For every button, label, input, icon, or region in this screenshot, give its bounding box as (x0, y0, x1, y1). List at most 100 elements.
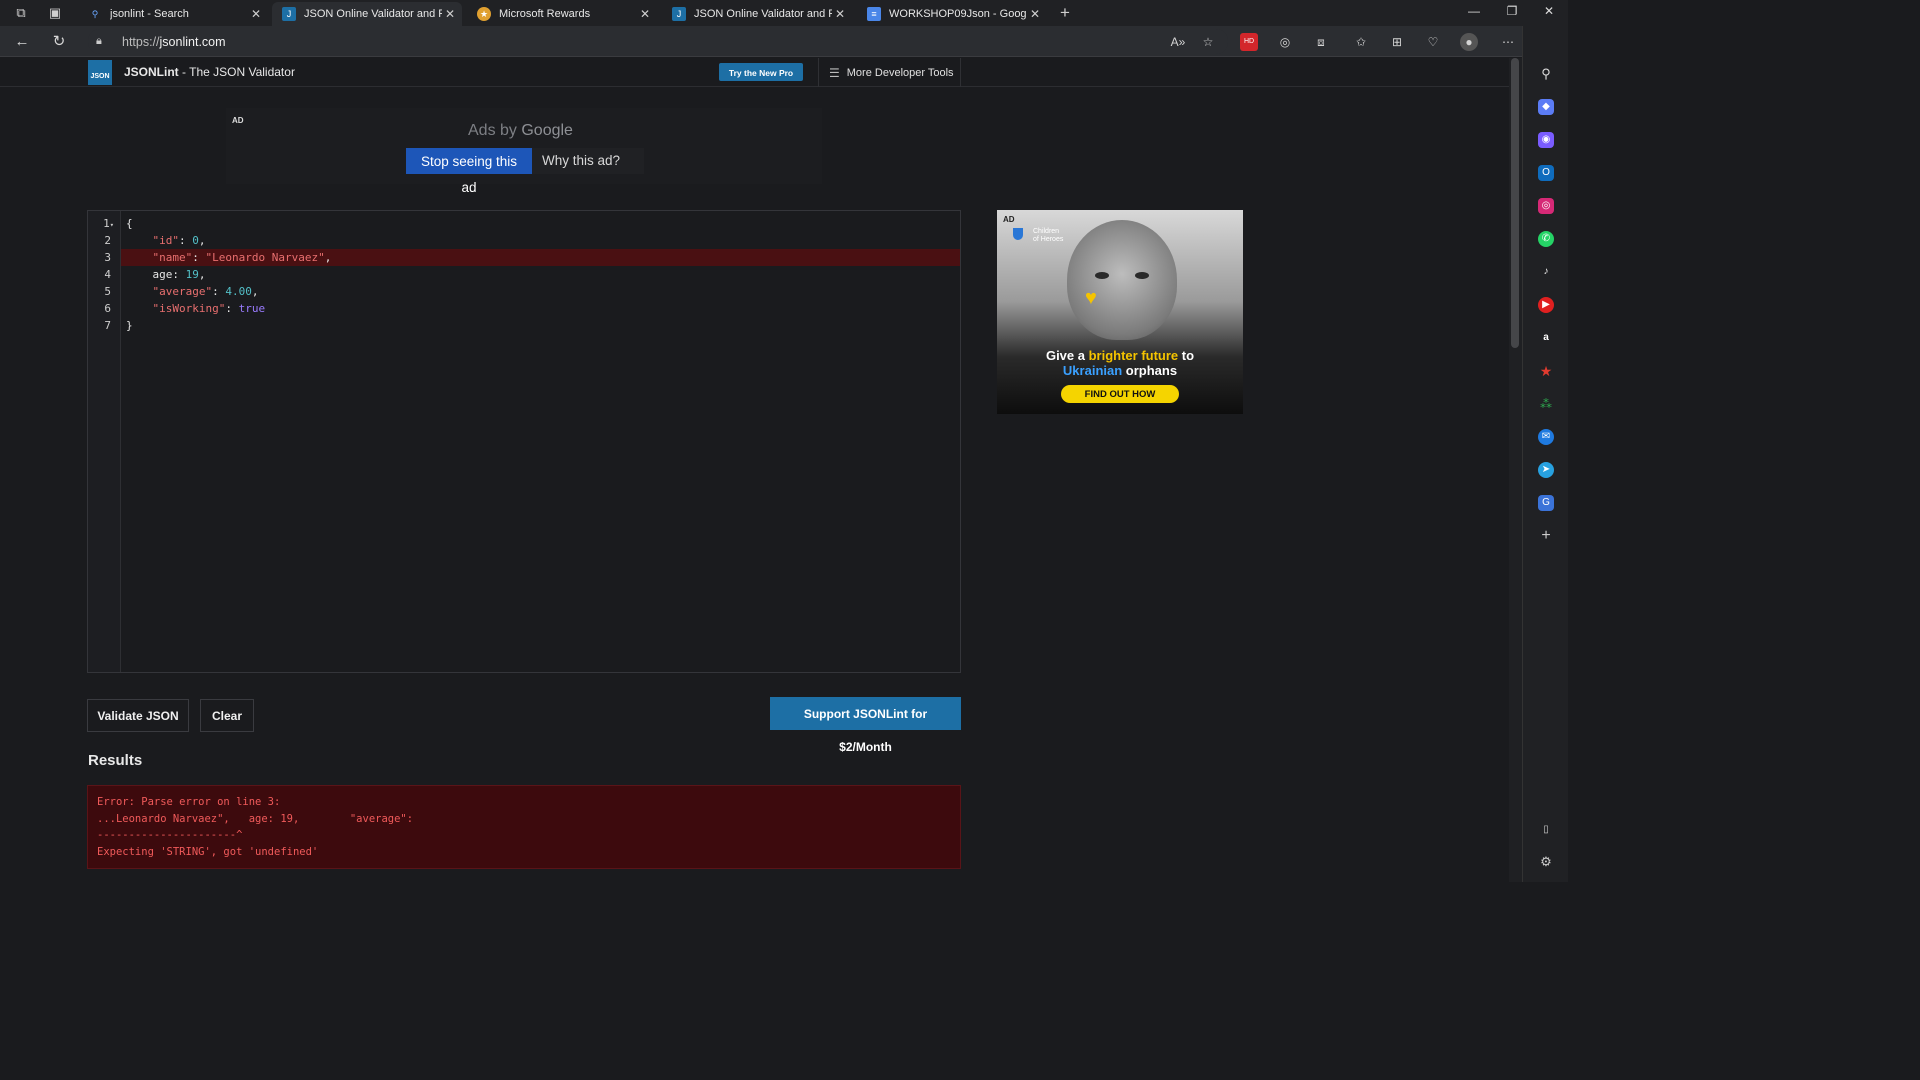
amazon-icon[interactable]: a (1538, 330, 1554, 346)
code-line[interactable]: "isWorking": true (121, 300, 960, 317)
code-line[interactable]: "id": 0, (121, 232, 960, 249)
youtube-icon[interactable]: ▶ (1538, 297, 1554, 313)
side-ad-children-of-heroes[interactable]: AD ♥ Children of Heroes Give a brighter f… (997, 210, 1243, 414)
profile-avatar-icon[interactable]: ● (1460, 33, 1478, 51)
edge-sidebar: ⚲ ◆ ◉ O ◎ ✆ ♪ ▶ a ★ ⁂ ✉ ➤ G + ▯ ⚙ (1522, 26, 1568, 882)
read-aloud-icon[interactable]: A» (1169, 33, 1187, 51)
code-line[interactable]: "average": 4.00, (121, 283, 960, 300)
copilot-app-icon[interactable]: ◉ (1538, 132, 1554, 148)
collections-icon[interactable]: ⊞ (1388, 33, 1406, 51)
ad-headline: Give a brighter future to Ukrainian orph… (1045, 348, 1195, 378)
clear-button[interactable]: Clear (200, 699, 254, 732)
result-line: ...Leonardo Narvaez", age: 19, "average"… (97, 812, 414, 825)
close-icon[interactable]: ✕ (832, 7, 848, 21)
top-ad-banner: AD Ads by Google Stop seeing this ad Why… (226, 108, 822, 195)
code-line[interactable]: "name": "Leonardo Narvaez", (121, 249, 960, 266)
close-window-icon[interactable]: ✕ (1534, 4, 1564, 22)
add-favorite-icon[interactable]: ☆ (1199, 33, 1217, 51)
result-line: ----------------------^ (97, 829, 243, 841)
results-error-box: Error: Parse error on line 3: ...Leonard… (87, 785, 961, 869)
close-icon[interactable]: ✕ (248, 7, 264, 21)
url-text: https://jsonlint.com (122, 34, 226, 49)
translate-icon[interactable]: G (1538, 495, 1554, 511)
url-field[interactable]: 🔒︎ https://jsonlint.com (88, 29, 1228, 54)
new-tab-icon[interactable]: + (1057, 3, 1073, 22)
code-line[interactable]: } (121, 317, 960, 334)
tab-json-validator-active[interactable]: J JSON Online Validator and Form ✕ (272, 2, 462, 26)
search-icon: ⚲ (91, 8, 99, 19)
more-developer-tools-menu[interactable]: ☰ More Developer Tools (818, 58, 961, 87)
google-docs-icon: ≡ (867, 7, 881, 21)
back-arrow-icon[interactable]: ← (12, 32, 32, 52)
line-number: 5 (104, 285, 111, 298)
messenger-icon[interactable]: ✉ (1538, 429, 1554, 445)
hamburger-icon: ☰ (829, 65, 840, 80)
support-jsonlint-button[interactable]: Support JSONLint for $2/Month (770, 697, 961, 754)
jsonlint-favicon-icon: J (672, 7, 686, 21)
games-icon[interactable]: ⁂ (1538, 396, 1554, 412)
child-photo (1067, 220, 1177, 340)
extensions-puzzle-icon[interactable]: ⧈ (1312, 33, 1330, 51)
favorites-icon[interactable]: ✩ (1352, 33, 1370, 51)
tab-json-validator-2[interactable]: J JSON Online Validator and Form ✕ (662, 2, 852, 26)
why-this-ad-button[interactable]: Why this ad? (532, 148, 644, 174)
stop-seeing-ad-button[interactable]: Stop seeing this ad (406, 148, 532, 195)
site-title: JSONLint - The JSON Validator (124, 65, 295, 79)
result-line: Error: Parse error on line 3: (97, 796, 281, 808)
line-number: 3 (104, 251, 111, 264)
tab-jsonlint-search[interactable]: ⚲ jsonlint - Search ✕ (78, 2, 268, 26)
scrollbar-thumb[interactable] (1511, 58, 1519, 348)
telegram-icon[interactable]: ➤ (1538, 462, 1554, 478)
close-icon[interactable]: ✕ (637, 7, 653, 21)
line-number: 6 (104, 302, 111, 315)
jsonlint-favicon-icon: J (282, 7, 296, 21)
whatsapp-icon[interactable]: ✆ (1538, 231, 1554, 247)
search-icon[interactable]: ⚲ (1538, 66, 1554, 82)
more-menu-icon[interactable]: ⋯ (1499, 33, 1517, 51)
code-line[interactable]: { (121, 215, 960, 232)
tab-google-doc[interactable]: ≡ WORKSHOP09Json - Google Doc ✕ (857, 2, 1047, 26)
add-app-icon[interactable]: + (1538, 528, 1554, 544)
extension-red-icon[interactable]: HD (1240, 33, 1258, 51)
restore-icon[interactable]: ❐ (1497, 4, 1527, 22)
close-icon[interactable]: ✕ (1027, 7, 1043, 21)
jsonlint-logo[interactable]: JSON (88, 60, 112, 85)
page-content: JSON JSONLint - The JSON Validator Try t… (0, 58, 1509, 882)
line-number: 4 (104, 268, 111, 281)
sidebar-toggle-icon[interactable]: ▯ (1538, 822, 1554, 838)
page-scrollbar[interactable] (1509, 58, 1522, 882)
site-header: JSON JSONLint - The JSON Validator Try t… (0, 58, 1509, 87)
code-line[interactable]: age: 19, (121, 266, 960, 283)
extension-glasses-icon[interactable]: ◎ (1276, 33, 1294, 51)
shopping-tag-icon[interactable]: ◆ (1538, 99, 1554, 115)
try-new-pro-button[interactable]: Try the New Pro (719, 63, 803, 81)
line-number: 7 (104, 319, 111, 332)
tab-microsoft-rewards[interactable]: ★ Microsoft Rewards ✕ (467, 2, 657, 26)
ad-label: AD (232, 116, 244, 125)
settings-gear-icon[interactable]: ⚙ (1538, 854, 1554, 870)
ukraine-heart-icon: ♥ (1085, 287, 1097, 309)
tiktok-icon[interactable]: ♪ (1538, 264, 1554, 280)
line-number: 2 (104, 234, 111, 247)
json-editor[interactable]: 1▾ 2 3 4 5 6 7 { "id": 0, "name": "Leona… (87, 210, 961, 673)
find-out-how-button[interactable]: FIND OUT HOW (1061, 385, 1179, 403)
vertical-tabs-icon[interactable]: ▣ (47, 5, 63, 21)
minimize-icon[interactable]: — (1459, 4, 1489, 22)
fold-arrow-icon[interactable]: ▾ (110, 221, 114, 229)
validate-json-button[interactable]: Validate JSON (87, 699, 189, 732)
result-line: Expecting 'STRING', got 'undefined' (97, 845, 319, 858)
refresh-icon[interactable]: ↻ (49, 32, 69, 52)
outlook-icon[interactable]: O (1538, 165, 1554, 181)
instagram-icon[interactable]: ◎ (1538, 198, 1554, 214)
lock-icon: 🔒︎ (96, 35, 102, 47)
star-app-icon[interactable]: ★ (1538, 363, 1554, 379)
tab-strip: ⧉ ▣ ⚲ jsonlint - Search ✕ J JSON Online … (0, 0, 1568, 26)
line-number: 1▾ (103, 217, 114, 230)
rewards-medal-icon: ★ (477, 7, 491, 21)
close-icon[interactable]: ✕ (442, 7, 458, 21)
ad-label: AD (1003, 215, 1015, 224)
ads-by-google: Ads by Google (468, 122, 573, 139)
line-number-gutter: 1▾ 2 3 4 5 6 7 (88, 211, 121, 672)
browser-essentials-icon[interactable]: ♡ (1424, 33, 1442, 51)
workspaces-icon[interactable]: ⧉ (13, 5, 29, 21)
